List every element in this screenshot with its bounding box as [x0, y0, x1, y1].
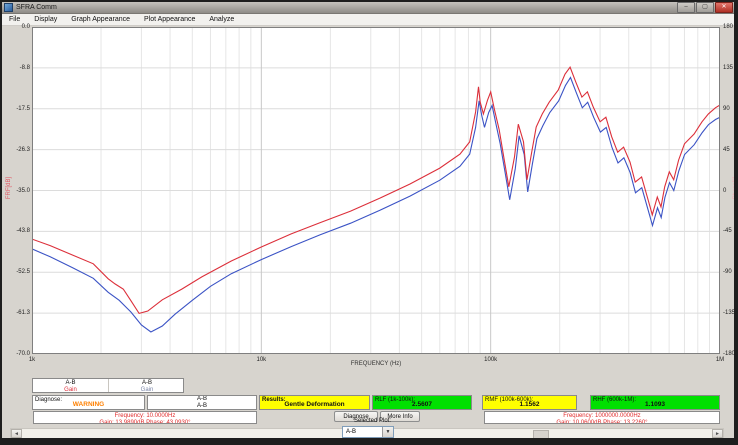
legend-plot-1[interactable]: A-B Gain [33, 379, 109, 392]
chevron-down-icon[interactable]: ▼ [382, 427, 393, 437]
window-frame-right [734, 0, 738, 445]
app-icon [4, 3, 13, 12]
metric-rhf-box: RHF (600k-1M): 1.1093 [590, 395, 720, 410]
left-axis-tick-label: -35.0 [6, 188, 30, 195]
selected-plot-dropdown[interactable]: A-B ▼ [342, 426, 394, 438]
pair-line-2: A-B [197, 403, 207, 409]
left-axis-tick-label: 0.0 [6, 24, 30, 31]
diagnose-value: WARNING [33, 401, 144, 408]
window-client-area: SFRA Comm – ▢ ✕ FileDisplayGraph Appeara… [2, 2, 734, 438]
metric-rmf-value: 1.1562 [483, 401, 576, 408]
selected-plot-value: A-B [346, 429, 356, 435]
title-bar[interactable]: SFRA Comm – ▢ ✕ [2, 2, 734, 14]
x-axis-tick-label: 10k [251, 357, 271, 364]
left-axis-tick-label: -17.5 [6, 106, 30, 113]
legend-box: A-B Gain A-B Gain [32, 378, 184, 393]
left-axis-tick-label: -8.8 [6, 65, 30, 72]
cursor-right-gain-phase: Gain: 10.0600dB Phase: 13.2260° [485, 420, 719, 425]
menu-item-display[interactable]: Display [27, 14, 64, 25]
cursor-readout-left: Frequency: 10.0000Hz Gain: 13.9890dB Pha… [33, 411, 257, 424]
maximize-button[interactable]: ▢ [696, 2, 714, 13]
selected-plot-label: Selected Plot: [354, 418, 391, 424]
x-axis-tick-label: 1M [710, 357, 730, 364]
left-axis-tick-label: -52.5 [6, 269, 30, 276]
diagnose-status-box: Diagnose: WARNING [32, 395, 145, 410]
plot-canvas[interactable] [32, 27, 720, 354]
metric-rlf-value: 2.5607 [373, 401, 471, 408]
scroll-left-arrow-icon[interactable]: ◄ [11, 429, 22, 438]
window-frame-bottom [0, 438, 738, 445]
cursor-readout-right: Frequency: 1000000.0000Hz Gain: 10.0600d… [484, 411, 720, 424]
menu-item-graph-appearance[interactable]: Graph Appearance [64, 14, 137, 25]
left-axis-tick-label: -26.3 [6, 147, 30, 154]
pair-line-1: A-B [197, 396, 207, 402]
legend-signal-name: Gain [109, 387, 184, 393]
left-axis-tick-label: -43.8 [6, 228, 30, 235]
menu-item-plot-appearance[interactable]: Plot Appearance [137, 14, 202, 25]
legend-signal-name: Gain [33, 387, 108, 393]
legend-plot-name: A-B [33, 380, 108, 387]
cursor-left-gain-phase: Gain: 13.9890dB Phase: 43.0930° [34, 420, 256, 425]
plot-pair-box: A-B A-B [147, 395, 257, 410]
metric-rmf-box: RMF (100k-600k): 1.1562 [482, 395, 577, 410]
results-box: Results: Gentle Deformation [259, 395, 370, 410]
left-axis-tick-label: -61.3 [6, 310, 30, 317]
results-value: Gentle Deformation [260, 401, 369, 408]
metric-rhf-value: 1.1093 [591, 401, 719, 408]
menu-bar: FileDisplayGraph AppearancePlot Appearan… [2, 14, 734, 26]
x-axis-tick-label: 1k [22, 357, 42, 364]
x-axis-title: FREQUENCY (Hz) [32, 361, 720, 367]
metric-rlf-box: RLF (1k-100k): 2.5607 [372, 395, 472, 410]
close-button[interactable]: ✕ [715, 2, 733, 13]
window-title: SFRA Comm [16, 3, 677, 13]
scroll-right-arrow-icon[interactable]: ► [712, 429, 723, 438]
menu-item-analyze[interactable]: Analyze [202, 14, 241, 25]
legend-plot-name: A-B [109, 380, 184, 387]
minimize-button[interactable]: – [677, 2, 695, 13]
x-axis-tick-label: 100k [481, 357, 501, 364]
legend-plot-2[interactable]: A-B Gain [109, 379, 184, 392]
application-window: SFRA Comm – ▢ ✕ FileDisplayGraph Appeara… [0, 0, 738, 445]
